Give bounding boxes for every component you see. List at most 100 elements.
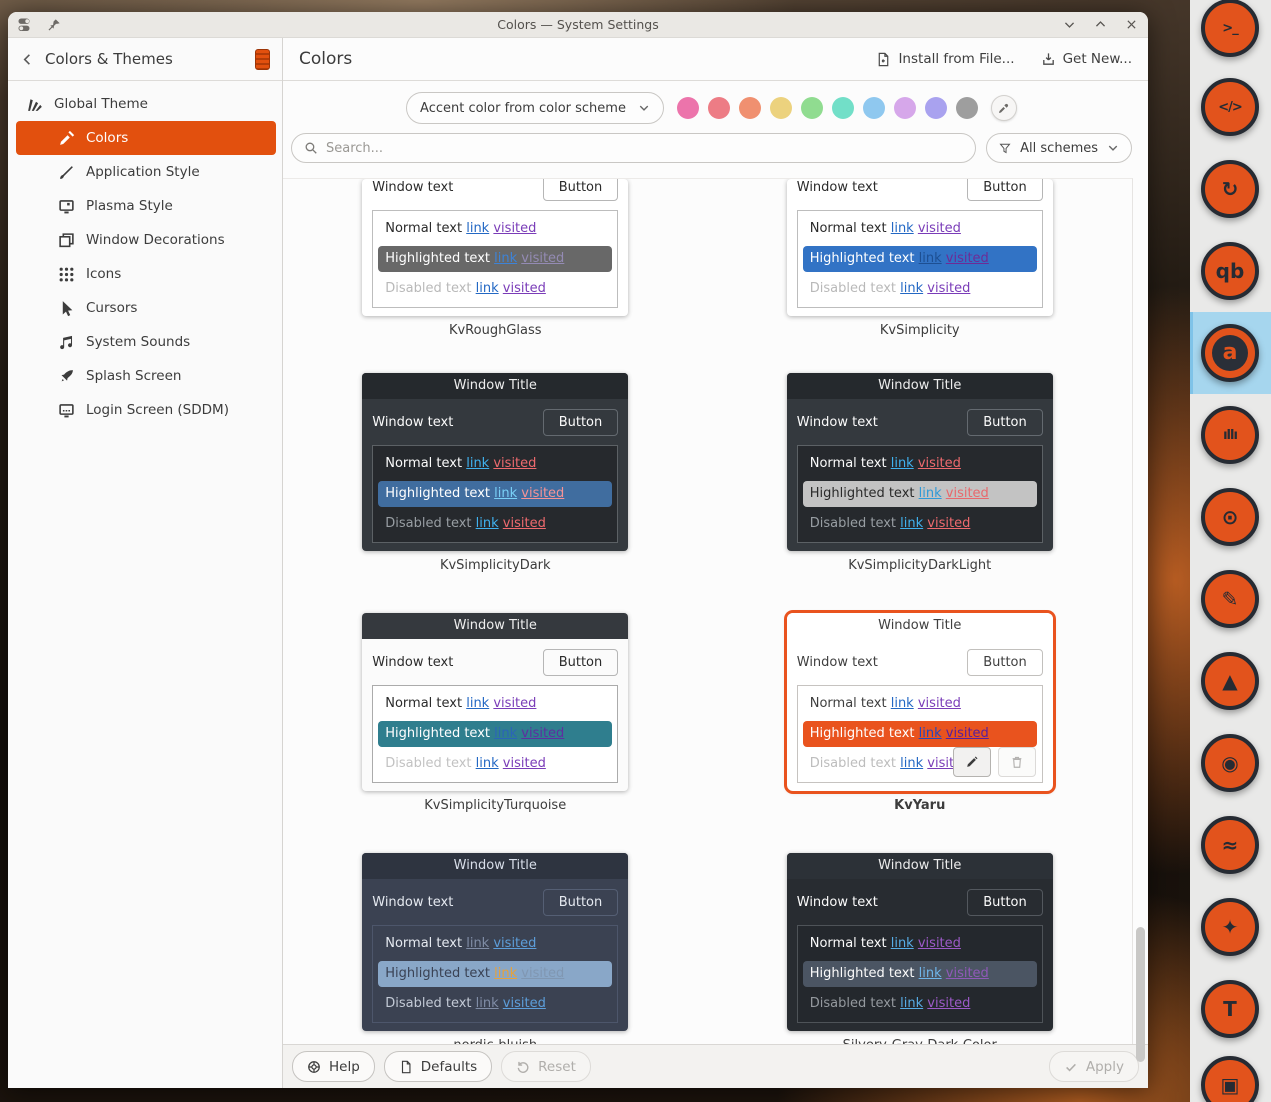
color-palette-app-icon[interactable]: ◉ [1201, 734, 1259, 792]
web-browser-icon[interactable]: ↻ [1201, 160, 1259, 218]
preview-link: link [466, 696, 489, 711]
preview-link: link [476, 281, 499, 296]
sidebar-item-icons[interactable]: Icons [16, 257, 276, 291]
preview-visited-link: visited [918, 696, 961, 711]
preview-highlighted-row: Highlighted text link visited [803, 721, 1037, 747]
sidebar-item-plasma-style[interactable]: Plasma Style [16, 189, 276, 223]
kde-settings-icon[interactable]: ✦ [1201, 898, 1259, 956]
page-title: Colors [299, 49, 352, 69]
accent-swatch-9[interactable] [956, 97, 978, 119]
scrollbar-thumb[interactable] [1136, 927, 1145, 1062]
reset-button[interactable]: Reset [501, 1051, 591, 1082]
defaults-button[interactable]: Defaults [384, 1051, 492, 1082]
preview-link: link [891, 696, 914, 711]
preview-view: Normal text link visited Highlighted tex… [797, 210, 1043, 308]
scrollbar-track[interactable] [1133, 178, 1148, 1044]
apply-button[interactable]: Apply [1049, 1051, 1139, 1082]
search-input[interactable] [326, 141, 963, 156]
accent-swatch-6[interactable] [863, 97, 885, 119]
scheme-card-kvyaru[interactable]: Window Title Window text Button Normal t… [787, 613, 1053, 816]
search-field[interactable] [291, 133, 976, 163]
kde-settings-glyph: ✦ [1222, 917, 1239, 937]
color-eyedropper-button[interactable] [991, 95, 1017, 121]
preview-normal-row: Normal text link visited [798, 929, 1042, 959]
pin-icon[interactable] [47, 18, 61, 32]
system-monitor-glyph: ≈ [1222, 835, 1239, 855]
preview-view: Normal text link visited Highlighted tex… [797, 445, 1043, 543]
preview-link: link [891, 456, 914, 471]
delete-scheme-button[interactable] [998, 747, 1036, 777]
scheme-preview: Window Title Window text Button Normal t… [362, 853, 628, 1031]
get-new-button[interactable]: Get New... [1041, 51, 1132, 67]
accent-swatch-2[interactable] [739, 97, 761, 119]
help-button[interactable]: Help [292, 1051, 375, 1082]
accent-swatch-4[interactable] [801, 97, 823, 119]
typography-app-icon[interactable]: T [1201, 980, 1259, 1038]
scheme-card-kvroughglass[interactable]: Window Title Window text Button Normal t… [362, 179, 628, 341]
scheme-preview: Window Title Window text Button Normal t… [787, 373, 1053, 551]
sidebar-item-login-screen-sddm[interactable]: Login Screen (SDDM) [16, 393, 276, 427]
inkscape-icon[interactable]: ▲ [1201, 652, 1259, 710]
sidebar-item-global-theme[interactable]: Global Theme [16, 87, 276, 121]
sidebar-item-system-sounds[interactable]: System Sounds [16, 325, 276, 359]
accent-swatch-0[interactable] [677, 97, 699, 119]
code-editor-glyph: </> [1218, 101, 1242, 114]
accent-color-dropdown[interactable]: Accent color from color scheme [406, 92, 664, 124]
system-monitor-icon[interactable]: ≈ [1201, 816, 1259, 874]
code-editor-icon[interactable]: </> [1201, 78, 1259, 136]
scheme-card-kvsimplicitydark[interactable]: Window Title Window text Button Normal t… [362, 373, 628, 576]
close-button[interactable] [1125, 18, 1138, 31]
edit-scheme-button[interactable] [953, 747, 991, 777]
qbittorrent-icon[interactable]: qb [1201, 242, 1259, 300]
minimize-button[interactable] [1063, 18, 1076, 31]
scheme-card-kvsimplicitydarklight[interactable]: Window Title Window text Button Normal t… [787, 373, 1053, 576]
preview-link: link [919, 726, 942, 741]
color-picker-icon [58, 130, 75, 147]
scheme-card-silvery-gray-dark-color[interactable]: Window Title Window text Button Normal t… [787, 853, 1053, 1044]
preview-link: link [494, 726, 517, 741]
sidebar-item-colors[interactable]: Colors [16, 121, 276, 155]
accent-swatch-5[interactable] [832, 97, 854, 119]
window-frames-icon [58, 232, 75, 249]
scheme-card-kvsimplicityturquoise[interactable]: Window Title Window text Button Normal t… [362, 613, 628, 816]
preview-window-text: Window text [372, 415, 453, 430]
preview-highlighted-row: Highlighted text link visited [803, 246, 1037, 272]
steam-icon[interactable]: ⊙ [1201, 488, 1259, 546]
audio-editor-icon[interactable]: ıllı [1201, 406, 1259, 464]
letter-a-app-icon[interactable]: a [1201, 324, 1259, 382]
sidebar-item-window-decorations[interactable]: Window Decorations [16, 223, 276, 257]
preview-window-title: Window Title [362, 853, 628, 879]
dock: >_ </> ↻ qb a ıllı ⊙ ✎ ▲ ◉ ≈ ✦ T ▣ [1190, 0, 1271, 1102]
accent-swatch-8[interactable] [925, 97, 947, 119]
scheme-filter-dropdown[interactable]: All schemes [986, 133, 1132, 163]
preview-normal-row: Normal text link visited [373, 214, 617, 244]
sidebar-item-cursors[interactable]: Cursors [16, 291, 276, 325]
file-manager-icon[interactable]: ▣ [1201, 1056, 1259, 1102]
preview-disabled-row: Disabled text link visited [798, 509, 1042, 539]
accent-swatch-1[interactable] [708, 97, 730, 119]
preview-link: link [466, 936, 489, 951]
preview-visited-link: visited [927, 281, 970, 296]
accent-swatch-3[interactable] [770, 97, 792, 119]
preview-visited-link: visited [493, 696, 536, 711]
highlight-changed-settings-icon[interactable] [255, 49, 270, 70]
scheme-card-kvsimplicity[interactable]: Window Title Window text Button Normal t… [787, 179, 1053, 341]
maximize-button[interactable] [1094, 18, 1107, 31]
kde-fan-icon [26, 96, 43, 113]
install-from-file-button[interactable]: Install from File... [876, 51, 1014, 67]
window-title: Colors — System Settings [8, 17, 1148, 32]
preview-link: link [494, 251, 517, 266]
content-header: Colors Install from File... [283, 38, 1148, 81]
preview-view: Normal text link visited Highlighted tex… [372, 685, 618, 783]
paint-app-icon[interactable]: ✎ [1201, 570, 1259, 628]
back-button[interactable] [20, 52, 35, 67]
titlebar[interactable]: Colors — System Settings [8, 12, 1148, 38]
preview-link: link [476, 996, 499, 1011]
terminal-icon[interactable]: >_ [1201, 0, 1259, 57]
sidebar-item-application-style[interactable]: Application Style [16, 155, 276, 189]
sidebar-item-splash-screen[interactable]: Splash Screen [16, 359, 276, 393]
app-menu-icon[interactable] [18, 18, 35, 32]
accent-swatch-7[interactable] [894, 97, 916, 119]
scheme-card-nordic-bluish[interactable]: Window Title Window text Button Normal t… [362, 853, 628, 1044]
filter-funnel-icon [999, 142, 1011, 154]
